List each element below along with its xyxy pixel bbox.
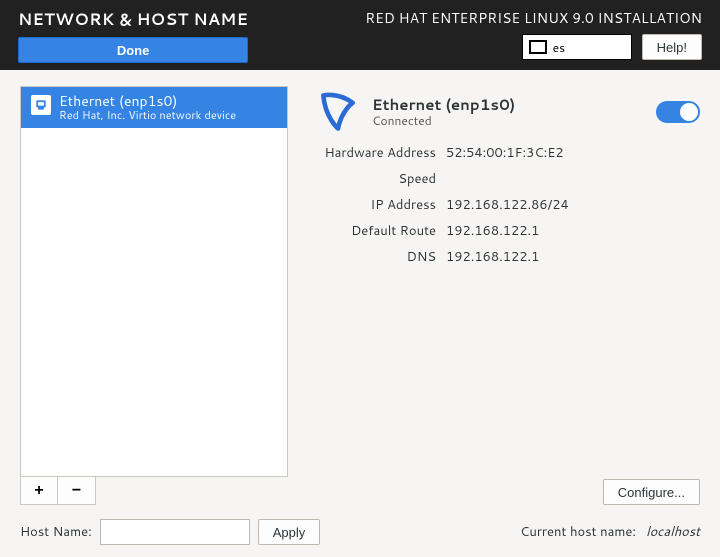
hostname-input[interactable] bbox=[100, 519, 250, 545]
help-button[interactable]: Help! bbox=[642, 34, 702, 60]
current-hostname-value: localhost bbox=[646, 523, 700, 541]
ethernet-icon bbox=[31, 95, 51, 115]
ip-address-label: IP Address bbox=[316, 196, 446, 214]
device-list[interactable]: Ethernet (enp1s0) Red Hat, Inc. Virtio n… bbox=[20, 86, 288, 477]
ethernet-large-icon bbox=[316, 90, 360, 134]
hostname-label: Host Name: bbox=[20, 523, 92, 541]
device-list-item[interactable]: Ethernet (enp1s0) Red Hat, Inc. Virtio n… bbox=[21, 87, 287, 128]
hostname-row: Host Name: Apply Current host name: loca… bbox=[20, 505, 700, 545]
top-bar: NETWORK & HOST NAME Done RED HAT ENTERPR… bbox=[0, 0, 720, 70]
default-route-label: Default Route bbox=[316, 222, 446, 240]
dns-label: DNS bbox=[316, 248, 446, 266]
done-button[interactable]: Done bbox=[18, 37, 248, 63]
dns-value: 192.168.122.1 bbox=[446, 248, 700, 266]
product-title: RED HAT ENTERPRISE LINUX 9.0 INSTALLATIO… bbox=[365, 8, 702, 28]
ip-address-value: 192.168.122.86/24 bbox=[446, 196, 700, 214]
configure-button[interactable]: Configure... bbox=[603, 479, 700, 505]
device-detail-panel: Ethernet (enp1s0) Connected Hardware Add… bbox=[316, 86, 700, 505]
device-list-panel: Ethernet (enp1s0) Red Hat, Inc. Virtio n… bbox=[20, 86, 288, 505]
default-route-value: 192.168.122.1 bbox=[446, 222, 700, 240]
connection-properties: Hardware Address 52:54:00:1F:3C:E2 Speed… bbox=[316, 144, 700, 266]
main-area: Ethernet (enp1s0) Red Hat, Inc. Virtio n… bbox=[0, 70, 720, 557]
current-hostname-label: Current host name: bbox=[520, 523, 636, 541]
add-device-button[interactable]: + bbox=[20, 477, 58, 505]
keyboard-layout-indicator[interactable]: es bbox=[522, 34, 632, 60]
hw-address-label: Hardware Address bbox=[316, 144, 446, 162]
toggle-knob bbox=[680, 103, 698, 121]
hw-address-value: 52:54:00:1F:3C:E2 bbox=[446, 144, 700, 162]
device-subtitle: Red Hat, Inc. Virtio network device bbox=[59, 109, 236, 122]
connection-toggle[interactable] bbox=[656, 101, 700, 123]
speed-value bbox=[446, 170, 700, 188]
speed-label: Speed bbox=[316, 170, 446, 188]
screen-title: NETWORK & HOST NAME bbox=[18, 8, 248, 31]
apply-hostname-button[interactable]: Apply bbox=[258, 519, 321, 545]
detail-state: Connected bbox=[372, 114, 644, 128]
keyboard-layout-text: es bbox=[553, 39, 565, 56]
keyboard-icon bbox=[529, 40, 547, 54]
remove-device-button[interactable]: − bbox=[58, 477, 96, 505]
